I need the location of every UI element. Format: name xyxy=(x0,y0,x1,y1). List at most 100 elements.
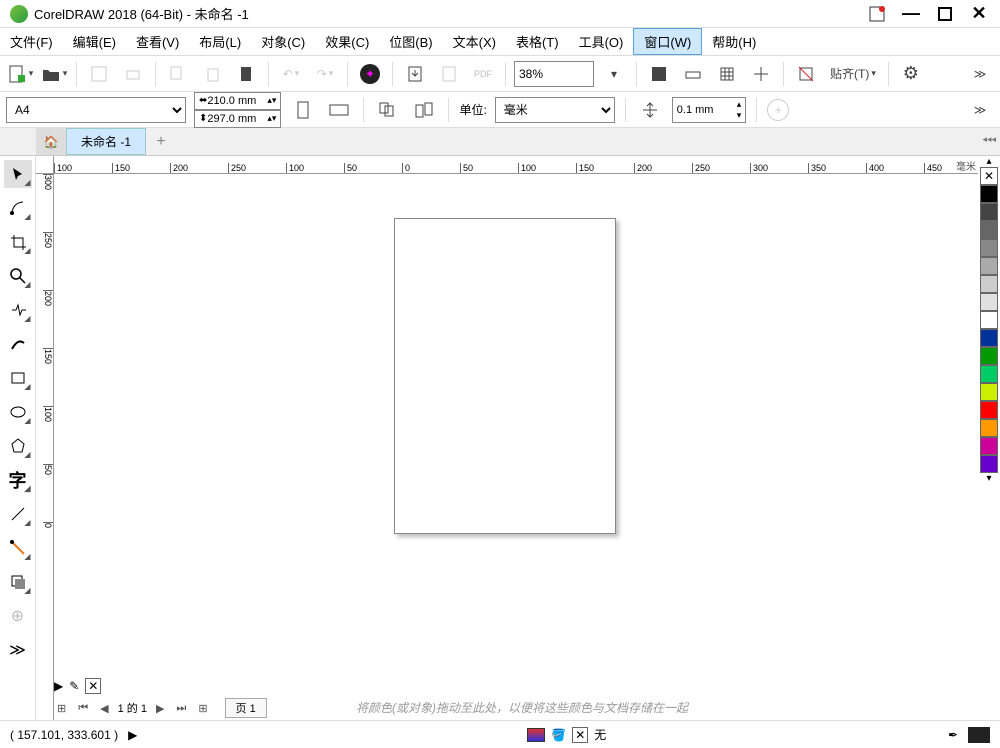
undo-button[interactable]: ↶▾ xyxy=(277,60,305,88)
options-button[interactable]: ⚙ xyxy=(897,60,925,88)
dock-arrow[interactable]: ▶ xyxy=(54,679,63,693)
color-swatch[interactable] xyxy=(980,365,998,383)
color-swatch[interactable] xyxy=(980,347,998,365)
menu-edit[interactable]: 编辑(E) xyxy=(63,28,126,55)
close-button[interactable]: ✕ xyxy=(962,2,996,26)
import-button[interactable] xyxy=(401,60,429,88)
menu-object[interactable]: 对象(C) xyxy=(251,28,315,55)
save-button[interactable] xyxy=(85,60,113,88)
all-pages-button[interactable] xyxy=(374,96,402,124)
color-swatch[interactable] xyxy=(980,275,998,293)
more-tool[interactable]: ⊕ xyxy=(4,602,32,630)
snap-dropdown[interactable]: 贴齐(T)▾ xyxy=(826,60,880,88)
home-tab[interactable]: 🏠 xyxy=(36,128,66,155)
nudge-input[interactable] xyxy=(677,100,737,120)
add-preset-button[interactable]: + xyxy=(767,99,789,121)
add-page-after[interactable]: ⊞ xyxy=(195,702,210,715)
first-page[interactable]: ⏮ xyxy=(75,702,91,715)
shape-tool[interactable]: ◢ xyxy=(4,194,32,222)
pick-tool[interactable]: ◢ xyxy=(4,160,32,188)
color-swatch[interactable] xyxy=(980,293,998,311)
landscape-button[interactable] xyxy=(325,96,353,124)
drop-shadow-tool[interactable]: ◢ xyxy=(4,568,32,596)
prev-page[interactable]: ◀ xyxy=(97,702,111,715)
add-tab-button[interactable]: + xyxy=(148,128,174,155)
menu-tool[interactable]: 工具(O) xyxy=(569,28,634,55)
color-swatch[interactable] xyxy=(980,437,998,455)
pen-icon[interactable]: ✒ xyxy=(948,728,958,742)
color-swatch[interactable] xyxy=(980,383,998,401)
color-swatch[interactable] xyxy=(980,239,998,257)
color-swatch[interactable] xyxy=(980,455,998,473)
freehand-tool[interactable]: ◢ xyxy=(4,296,32,324)
color-swatch[interactable] xyxy=(980,401,998,419)
toolbox-overflow[interactable]: ≫ xyxy=(4,636,32,664)
palette-up[interactable]: ▴ xyxy=(978,156,1000,167)
guides-button[interactable] xyxy=(747,60,775,88)
grid-button[interactable] xyxy=(713,60,741,88)
menu-view[interactable]: 查看(V) xyxy=(126,28,189,55)
menu-layout[interactable]: 布局(L) xyxy=(189,28,251,55)
canvas[interactable] xyxy=(54,174,978,690)
next-page[interactable]: ▶ xyxy=(153,702,167,715)
page-height[interactable] xyxy=(207,112,267,126)
outline-swatch[interactable] xyxy=(968,727,990,743)
polygon-tool[interactable]: ◢ xyxy=(4,432,32,460)
status-next[interactable]: ▶ xyxy=(128,728,137,742)
page-width[interactable] xyxy=(207,94,267,108)
zoom-input[interactable] xyxy=(514,61,594,87)
color-swatch[interactable] xyxy=(980,257,998,275)
menu-help[interactable]: 帮助(H) xyxy=(702,28,766,55)
fill-none-icon[interactable]: ✕ xyxy=(572,727,588,743)
fill-bucket-icon[interactable]: 🪣 xyxy=(551,728,566,742)
no-color[interactable]: ✕ xyxy=(980,167,998,185)
menu-window[interactable]: 窗口(W) xyxy=(633,28,702,55)
vertical-ruler[interactable]: 300250200150100500 xyxy=(36,174,54,720)
print-button[interactable] xyxy=(119,60,147,88)
copy-button[interactable] xyxy=(164,60,192,88)
minimize-button[interactable]: — xyxy=(894,2,928,26)
unit-select[interactable]: 毫米 xyxy=(495,97,615,123)
page-dimensions[interactable]: ⬌▴▾ ⬍▴▾ xyxy=(194,92,281,128)
fill-swatch-icon[interactable] xyxy=(527,728,545,742)
rectangle-tool[interactable]: ◢ xyxy=(4,364,32,392)
menu-table[interactable]: 表格(T) xyxy=(506,28,569,55)
connector-tool[interactable]: ◢ xyxy=(4,534,32,562)
current-page-button[interactable] xyxy=(410,96,438,124)
ellipse-tool[interactable]: ◢ xyxy=(4,398,32,426)
color-swatch[interactable] xyxy=(980,419,998,437)
palette-down[interactable]: ▾ xyxy=(978,473,1000,484)
portrait-button[interactable] xyxy=(289,96,317,124)
color-swatch[interactable] xyxy=(980,185,998,203)
snap-off-button[interactable] xyxy=(792,60,820,88)
menu-text[interactable]: 文本(X) xyxy=(443,28,506,55)
effects-button[interactable]: ✦ xyxy=(356,60,384,88)
document-tab[interactable]: 未命名 -1 xyxy=(66,128,146,155)
add-page-before[interactable]: ⊞ xyxy=(54,702,69,715)
horizontal-ruler[interactable]: 毫米 1001502002501005005010015020025030035… xyxy=(54,156,978,174)
export-button[interactable] xyxy=(435,60,463,88)
new-button[interactable]: ▾ xyxy=(6,60,34,88)
paste-button[interactable] xyxy=(198,60,226,88)
open-button[interactable]: ▾ xyxy=(40,60,68,88)
menu-effect[interactable]: 效果(C) xyxy=(315,28,379,55)
user-icon[interactable] xyxy=(860,2,894,26)
ruler-origin[interactable] xyxy=(36,156,54,174)
color-swatch[interactable] xyxy=(980,329,998,347)
dimension-tool[interactable]: ◢ xyxy=(4,500,32,528)
menu-bitmap[interactable]: 位图(B) xyxy=(379,28,442,55)
artistic-media-tool[interactable] xyxy=(4,330,32,358)
page-tab[interactable]: 页 1 xyxy=(225,698,267,718)
toolbar-overflow[interactable]: ≫ xyxy=(966,60,994,88)
maximize-button[interactable] xyxy=(928,2,962,26)
pdf-button[interactable]: PDF xyxy=(469,60,497,88)
color-swatch[interactable] xyxy=(980,311,998,329)
no-color-swatch[interactable]: ✕ xyxy=(85,678,101,694)
property-overflow[interactable]: ≫ xyxy=(966,96,994,124)
last-page[interactable]: ⏭ xyxy=(173,702,189,715)
zoom-tool[interactable]: ◢ xyxy=(4,262,32,290)
color-swatch[interactable] xyxy=(980,221,998,239)
docker-toggle[interactable]: ◂◂◂ xyxy=(982,134,996,145)
page[interactable] xyxy=(394,218,616,534)
paper-size-select[interactable]: A4 xyxy=(6,97,186,123)
